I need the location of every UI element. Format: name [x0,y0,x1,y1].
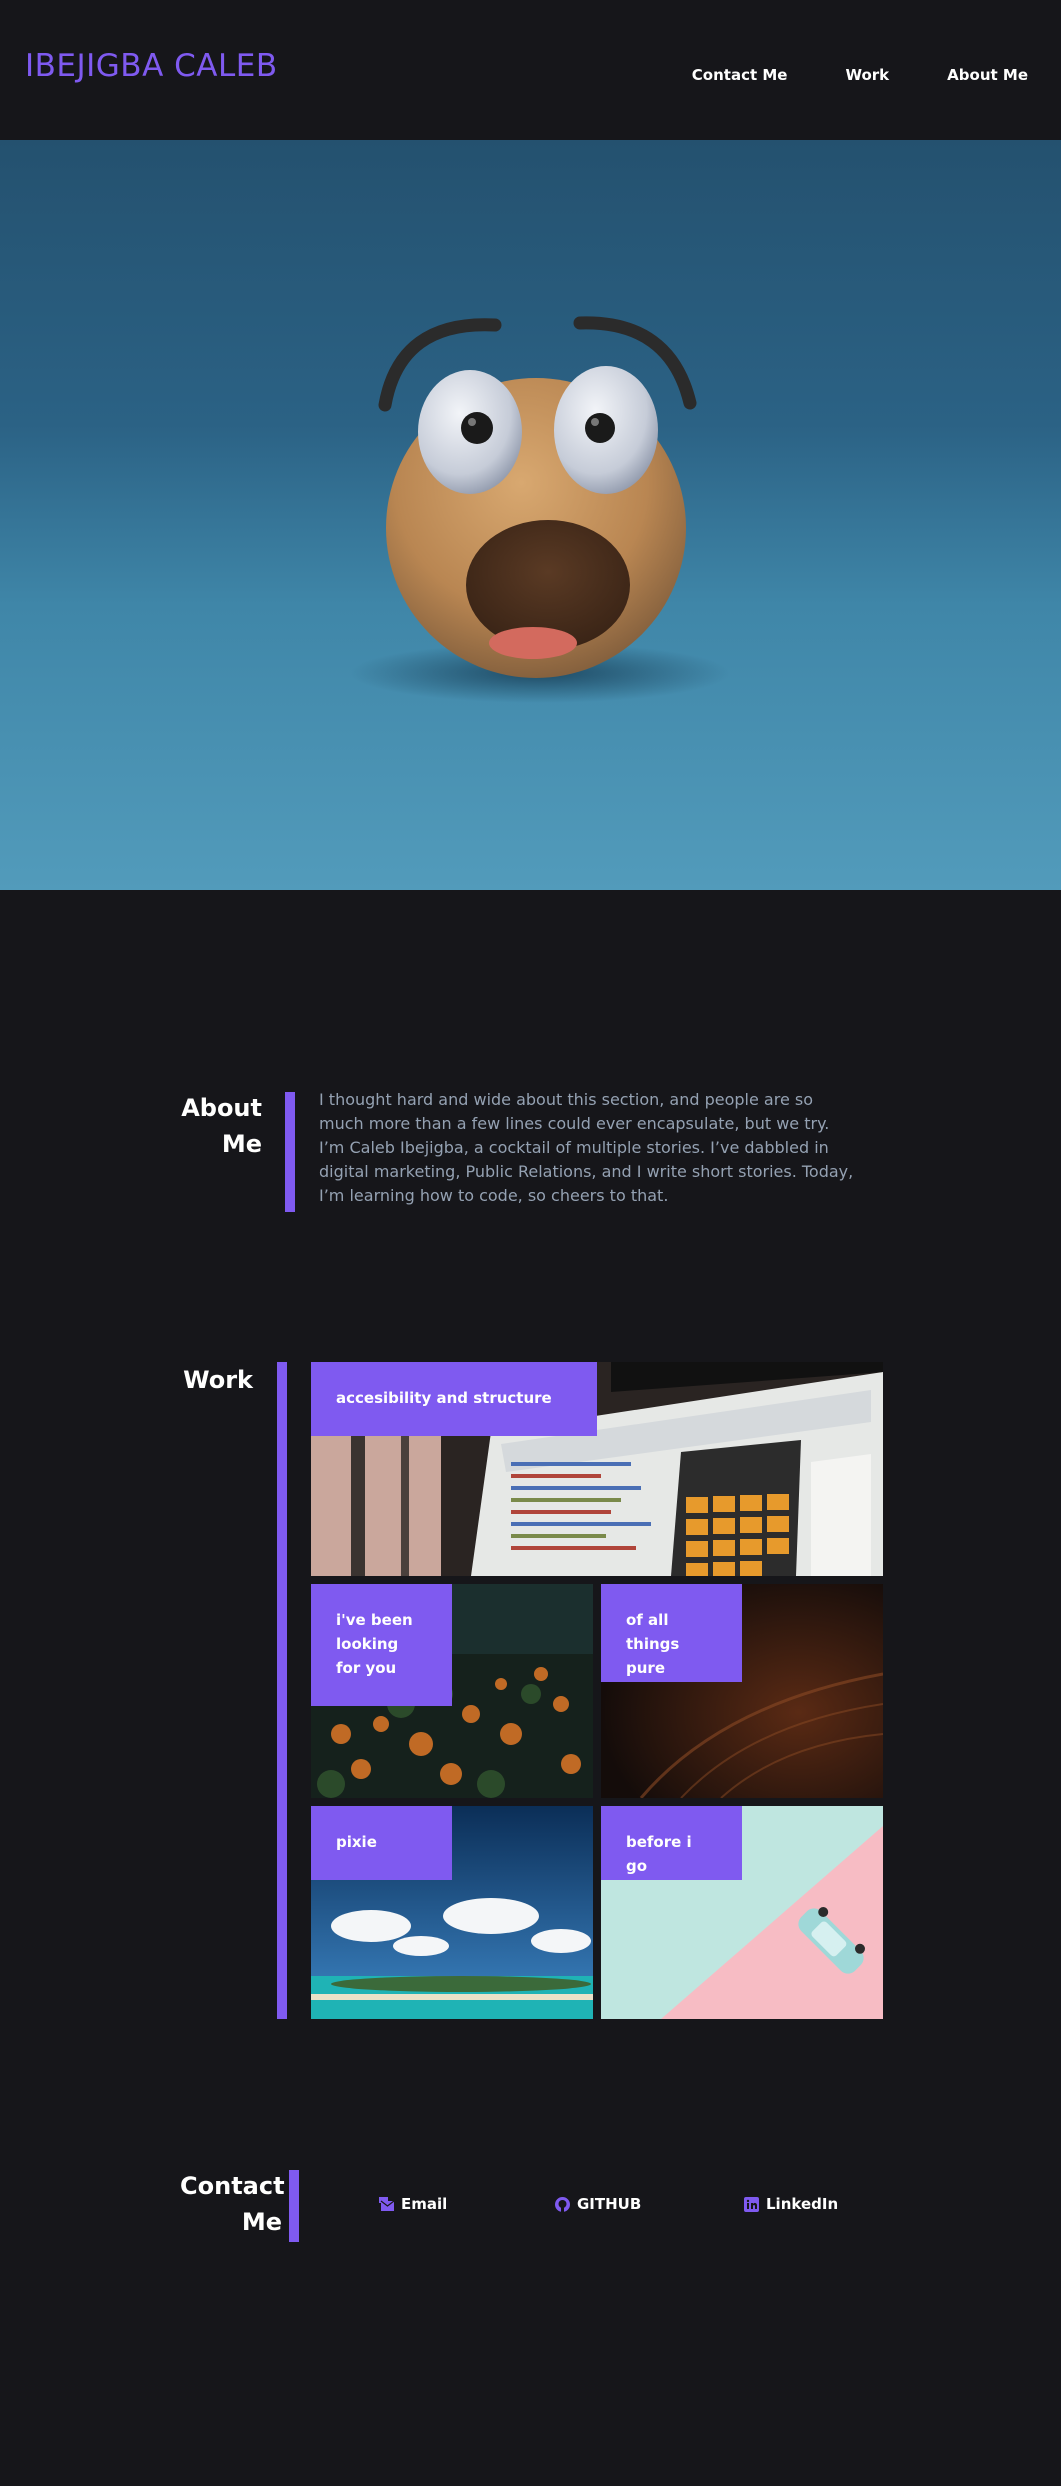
work-label-looking-for-you: i've been looking for you [311,1584,452,1706]
nav-contact-me[interactable]: Contact Me [692,66,788,84]
about-accent-bar [285,1092,295,1212]
work-title: Work [183,1366,253,1394]
work-label-before-i-go: before i go [601,1806,742,1880]
work-card-all-things-pure[interactable]: of all things pure [601,1584,883,1798]
work-card-accessibility[interactable]: accesibility and structure [311,1362,883,1576]
work-card-before-i-go[interactable]: before i go [601,1806,883,2019]
email-link[interactable]: Email [378,2195,447,2213]
about-title-line1: About [181,1094,262,1122]
linkedin-link[interactable]: LinkedIn [743,2195,838,2213]
main-nav: Contact Me Work About Me [634,66,1028,84]
linkedin-link-label: LinkedIn [766,2195,839,2213]
mail-bulk-icon [379,2196,395,2211]
about-title-line2: Me [221,1130,262,1158]
nav-work[interactable]: Work [845,66,889,84]
shocked-face-illustration [350,316,730,703]
github-icon [555,2196,570,2212]
linkedin-icon [744,2196,759,2212]
about-title: About Me [180,1090,262,1162]
contact-links: Email GITHUB LinkedIn [0,2192,1061,2222]
brand-logo[interactable]: IBEJIGBA CALEB [25,48,278,84]
work-card-looking-for-you[interactable]: i've been looking for you [311,1584,593,1798]
nav-about-me[interactable]: About Me [947,66,1028,84]
work-card-pixie[interactable]: pixie [311,1806,593,2019]
hero-banner [0,140,1061,890]
work-label-accessibility: accesibility and structure [311,1362,597,1436]
github-link-label: GITHUB [577,2195,642,2213]
work-accent-bar [277,1362,287,2019]
work-label-all-things-pure: of all things pure [601,1584,742,1682]
site-header: IBEJIGBA CALEB Contact Me Work About Me [0,0,1061,140]
work-label-pixie: pixie [311,1806,452,1880]
about-text: I thought hard and wide about this secti… [319,1090,854,1205]
github-link[interactable]: GITHUB [554,2195,641,2213]
email-link-label: Email [401,2195,448,2213]
